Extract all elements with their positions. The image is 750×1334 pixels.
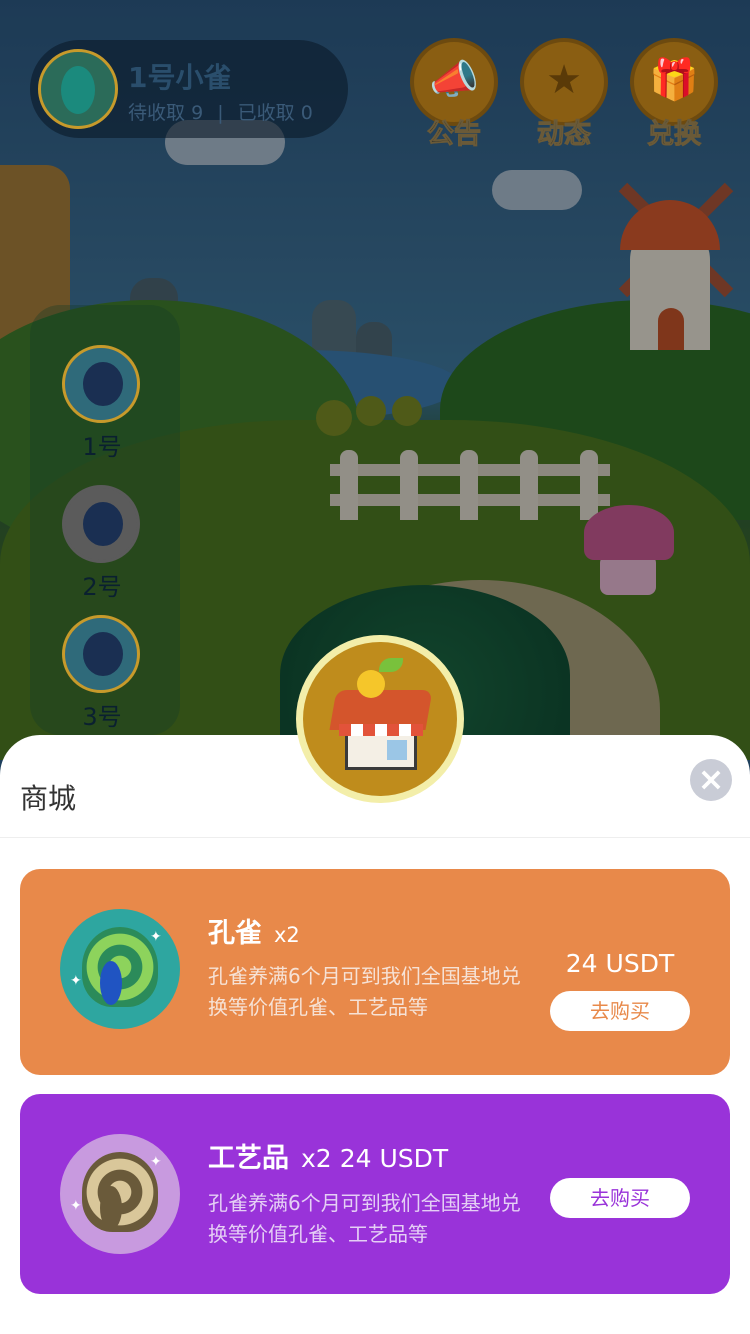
- announcement-button[interactable]: 📣 公告: [410, 38, 498, 151]
- bird-label: 2号: [82, 573, 122, 601]
- item-price: 24 USDT: [339, 1144, 449, 1173]
- item-title: 工艺品 x2 24 USDT: [208, 1136, 448, 1175]
- news-icon: ★: [546, 57, 582, 103]
- exchange-label: 兑换: [647, 119, 702, 151]
- exchange-button[interactable]: 🎁 兑换: [630, 38, 718, 151]
- bird-label: 1号: [82, 433, 122, 461]
- profile-avatar: [38, 49, 118, 129]
- megaphone-icon: 📣: [429, 57, 479, 103]
- profile-name: 1号小雀: [128, 61, 232, 94]
- bird-label: 3号: [82, 703, 122, 731]
- shop-item-peacock: ✦ ✦ 孔雀 x2 孔雀养满6个月可到我们全国基地兑换等价值孔雀、工艺品等 24 …: [20, 869, 730, 1075]
- item-price: 24 USDT: [565, 949, 675, 978]
- shop-house-icon: [296, 635, 464, 803]
- collected-label: 已收取: [237, 102, 295, 124]
- divider: [0, 837, 750, 838]
- news-label: 动态: [537, 119, 592, 151]
- gift-icon: 🎁: [649, 57, 699, 103]
- shop-title: 商城: [20, 782, 77, 815]
- peacock-image: ✦ ✦: [60, 909, 180, 1029]
- buy-button[interactable]: 去购买: [550, 991, 690, 1031]
- bird-item-2[interactable]: 2号: [62, 485, 142, 615]
- bird-item-1[interactable]: 1号: [62, 345, 142, 475]
- stats-separator: |: [217, 102, 224, 124]
- item-description: 孔雀养满6个月可到我们全国基地兑换等价值孔雀、工艺品等: [208, 1191, 521, 1246]
- craft-image: ✦ ✦: [60, 1134, 180, 1254]
- bird-avatar: [62, 485, 140, 563]
- bird-avatar: [62, 615, 140, 693]
- collected-count: 0: [300, 102, 313, 124]
- item-title: 孔雀 x2: [208, 911, 300, 950]
- item-name: 孔雀: [208, 918, 262, 949]
- bird-item-3[interactable]: 3号: [62, 615, 142, 745]
- pending-label: 待收取: [128, 102, 186, 124]
- profile-card[interactable]: 1号小雀 待收取 9 | 已收取 0: [30, 40, 348, 138]
- news-button[interactable]: ★ 动态: [520, 38, 608, 151]
- pending-count: 9: [191, 102, 204, 124]
- item-name: 工艺品: [208, 1143, 289, 1174]
- buy-button[interactable]: 去购买: [550, 1178, 690, 1218]
- announcement-label: 公告: [427, 119, 482, 151]
- bird-avatar: [62, 345, 140, 423]
- close-icon[interactable]: ×: [690, 759, 732, 801]
- item-qty: x2: [274, 923, 300, 947]
- profile-stats: 待收取 9 | 已收取 0: [128, 98, 313, 125]
- item-description: 孔雀养满6个月可到我们全国基地兑换等价值孔雀、工艺品等: [208, 964, 521, 1019]
- bird-list: 1号 2号 3号: [30, 305, 180, 735]
- item-qty: x2: [301, 1144, 332, 1173]
- shop-item-craft: ✦ ✦ 工艺品 x2 24 USDT 孔雀养满6个月可到我们全国基地兑换等价值孔雀、…: [20, 1094, 730, 1294]
